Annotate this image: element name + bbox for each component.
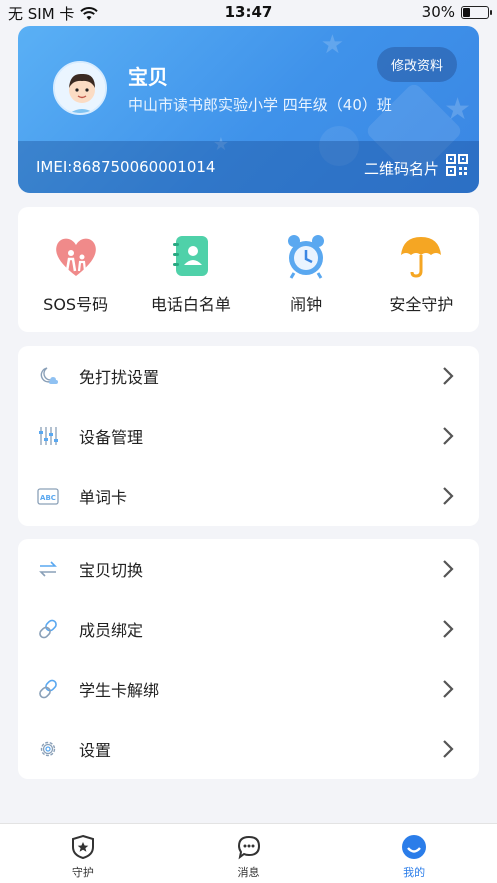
quick-action-label: SOS号码 <box>43 295 109 314</box>
menu-item-member-binding[interactable]: 成员绑定 <box>18 599 479 659</box>
quick-action-label: 电话白名单 <box>150 295 231 314</box>
tab-label: 我的 <box>403 866 426 879</box>
imei-bar: IMEI:868750060001014 二维码名片 <box>18 141 479 193</box>
menu-item-switch-child[interactable]: 宝贝切换 <box>18 539 479 599</box>
imei-text: IMEI:868750060001014 <box>36 158 216 176</box>
edit-profile-button[interactable]: 修改资料 <box>377 47 457 82</box>
chevron-right-icon <box>443 680 454 698</box>
status-bar: 无 SIM 卡 13:47 30% <box>0 0 497 26</box>
shield-star-icon <box>71 834 94 860</box>
quick-actions-panel: SOS号码 电话白名单 闹钟 安全守护 <box>18 207 479 332</box>
alarm-clock-icon <box>288 235 325 279</box>
star-decoration-icon: ★ <box>320 30 344 60</box>
quick-action-sos[interactable]: SOS号码 <box>18 207 133 332</box>
quick-action-label: 安全守护 <box>389 295 454 314</box>
tab-label: 守护 <box>71 866 94 879</box>
phonebook-icon <box>172 236 208 276</box>
profile-card: ★ ★ ★ 宝贝 中山市读书郎实验小学 四年级（40）班 修改资料 IMEI:8… <box>18 26 479 193</box>
tab-mine[interactable]: 我的 <box>331 824 497 883</box>
sos-heart-icon <box>55 238 96 276</box>
abc-card-icon: ABC <box>37 488 59 505</box>
link-icon <box>39 679 57 699</box>
qr-card-label[interactable]: 二维码名片 <box>364 158 439 179</box>
menu-item-student-card-unbind[interactable]: 学生卡解绑 <box>18 659 479 719</box>
tab-guard[interactable]: 守护 <box>0 824 166 883</box>
link-icon <box>39 619 57 639</box>
profile-face-icon <box>402 835 427 859</box>
menu-item-label: 单词卡 <box>79 488 128 507</box>
chevron-right-icon <box>443 560 454 578</box>
battery-icon <box>461 5 492 19</box>
svg-text:ABC: ABC <box>40 494 56 502</box>
menu-item-label: 学生卡解绑 <box>79 681 160 700</box>
quick-action-label: 闹钟 <box>290 295 323 314</box>
menu-item-do-not-disturb[interactable]: 免打扰设置 <box>18 346 479 406</box>
menu-item-label: 设置 <box>79 741 112 760</box>
menu-item-label: 宝贝切换 <box>79 561 144 580</box>
menu-item-word-cards[interactable]: ABC 单词卡 <box>18 466 479 526</box>
school-class: 中山市读书郎实验小学 四年级（40）班 <box>128 96 392 114</box>
avatar[interactable] <box>53 61 107 115</box>
chevron-right-icon <box>443 487 454 505</box>
chevron-right-icon <box>443 427 454 445</box>
switch-arrows-icon <box>39 561 57 577</box>
tab-messages[interactable]: 消息 <box>166 824 332 883</box>
quick-action-whitelist[interactable]: 电话白名单 <box>133 207 248 332</box>
menu-item-label: 设备管理 <box>79 428 144 447</box>
menu-item-settings[interactable]: 设置 <box>18 719 479 779</box>
chevron-right-icon <box>443 740 454 758</box>
child-avatar-icon <box>55 63 105 113</box>
sliders-icon <box>39 427 58 445</box>
child-name: 宝贝 <box>128 65 168 89</box>
menu-item-device-management[interactable]: 设备管理 <box>18 406 479 466</box>
chevron-right-icon <box>443 367 454 385</box>
umbrella-icon <box>401 237 442 278</box>
menu-item-label: 成员绑定 <box>79 621 144 640</box>
chat-bubble-icon <box>237 835 260 860</box>
star-decoration-icon: ★ <box>444 92 471 127</box>
quick-action-safety[interactable]: 安全守护 <box>364 207 479 332</box>
settings-group-1: 免打扰设置 设备管理 ABC 单词卡 <box>18 346 479 526</box>
battery-percent: 30% <box>421 3 455 21</box>
gear-icon <box>40 741 56 757</box>
moon-cloud-icon <box>40 367 58 384</box>
chevron-right-icon <box>443 620 454 638</box>
qr-code-icon[interactable] <box>446 154 468 176</box>
quick-action-alarm[interactable]: 闹钟 <box>249 207 364 332</box>
bottom-tab-bar: 守护 消息 我的 <box>0 823 497 883</box>
tab-label: 消息 <box>237 866 260 879</box>
settings-group-2: 宝贝切换 成员绑定 学生卡解绑 设置 <box>18 539 479 779</box>
menu-item-label: 免打扰设置 <box>79 368 160 387</box>
